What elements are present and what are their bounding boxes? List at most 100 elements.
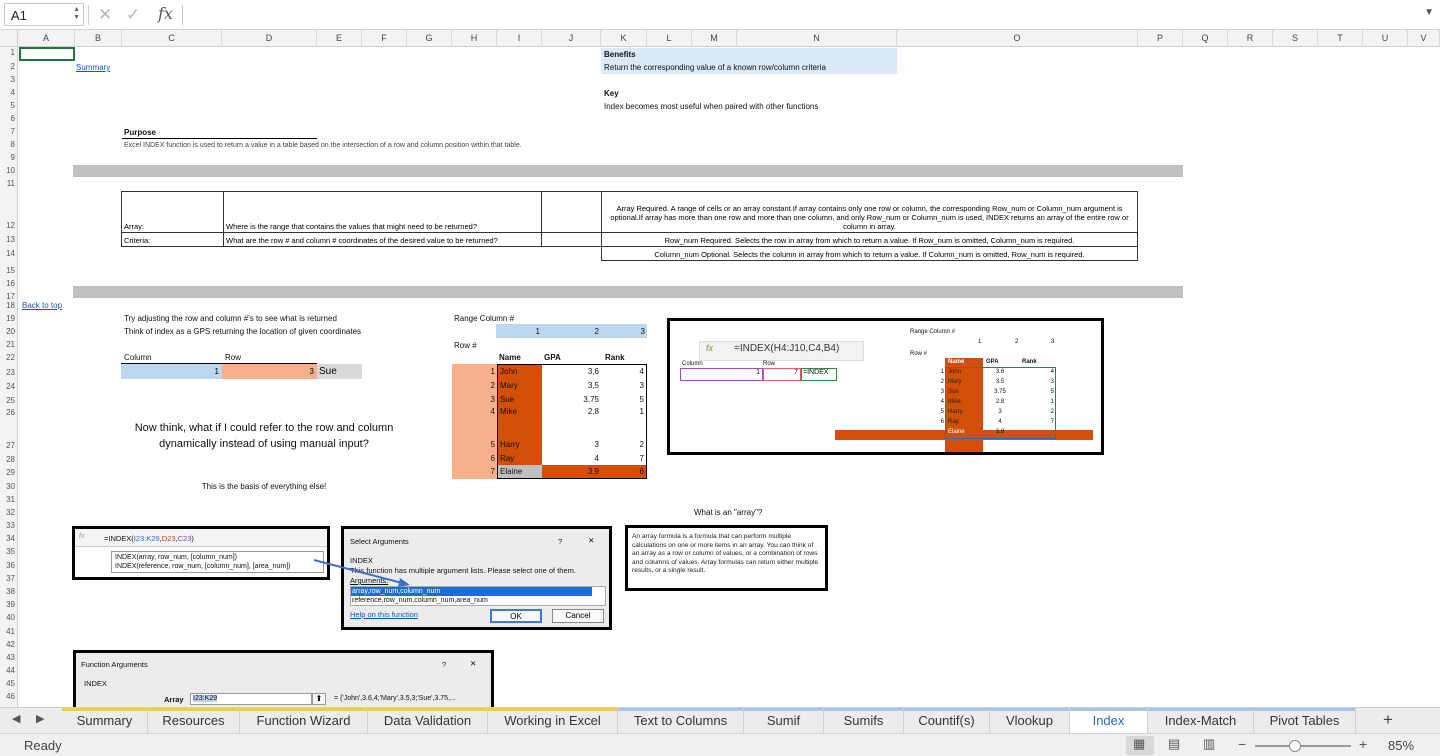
row-header-4[interactable]: 4: [0, 88, 18, 97]
column-header-j[interactable]: J: [542, 30, 601, 47]
enter-icon[interactable]: ✓: [126, 5, 140, 25]
fa-collapse-icon[interactable]: ⬆: [312, 693, 326, 705]
table-cell-rank[interactable]: 4: [601, 367, 644, 376]
table-cell-gpa[interactable]: 3: [542, 440, 599, 449]
column-header-t[interactable]: T: [1318, 30, 1363, 47]
row-header-33[interactable]: 33: [0, 521, 18, 530]
table-cell-name[interactable]: Mike: [500, 407, 517, 416]
row-header-15[interactable]: 15: [0, 266, 18, 275]
row-header-20[interactable]: 20: [0, 327, 18, 336]
column-input-cell[interactable]: 1: [121, 364, 222, 379]
column-header-m[interactable]: M: [692, 30, 737, 47]
table-cell-name[interactable]: Mary: [500, 381, 518, 390]
row-header-39[interactable]: 39: [0, 600, 18, 609]
row-header-30[interactable]: 30: [0, 482, 18, 491]
column-header-u[interactable]: U: [1363, 30, 1408, 47]
table-cell-rank[interactable]: 5: [601, 395, 644, 404]
column-header-p[interactable]: P: [1138, 30, 1183, 47]
zoom-slider-thumb[interactable]: [1289, 740, 1301, 752]
row-header-16[interactable]: 16: [0, 279, 18, 288]
dialog-help-link[interactable]: Help on this function: [350, 610, 418, 619]
row-header-18[interactable]: 18: [0, 301, 18, 310]
dialog-arg-option-2[interactable]: reference,row_num,column_num,area_num: [351, 596, 592, 605]
row-header-22[interactable]: 22: [0, 353, 18, 362]
dialog-help-icon[interactable]: ?: [558, 537, 562, 546]
column-header-l[interactable]: L: [647, 30, 692, 47]
fa-help-icon[interactable]: ?: [442, 660, 446, 669]
row-header-29[interactable]: 29: [0, 468, 18, 477]
column-header-d[interactable]: D: [222, 30, 317, 47]
tab-scroll-right-icon[interactable]: ▶: [36, 712, 44, 725]
row-header-7[interactable]: 7: [0, 127, 18, 136]
zoom-out-button[interactable]: −: [1238, 736, 1246, 752]
row-header-28[interactable]: 28: [0, 455, 18, 464]
table-cell-gpa[interactable]: 3,6: [542, 367, 599, 376]
insert-function-icon[interactable]: fx: [158, 4, 173, 23]
row-header-6[interactable]: 6: [0, 114, 18, 123]
select-all-corner[interactable]: [0, 30, 18, 47]
table-cell-name[interactable]: Harry: [500, 440, 520, 449]
table-cell-gpa[interactable]: 2,8: [542, 407, 599, 416]
row-header-11[interactable]: 11: [0, 179, 18, 188]
column-header-k[interactable]: K: [601, 30, 647, 47]
row-header-42[interactable]: 42: [0, 640, 18, 649]
row-header-21[interactable]: 21: [0, 340, 18, 349]
row-header-25[interactable]: 25: [0, 396, 18, 405]
column-header-e[interactable]: E: [317, 30, 362, 47]
row-header-12[interactable]: 12: [0, 221, 18, 230]
page-layout-icon[interactable]: ▤: [1168, 736, 1180, 752]
column-header-s[interactable]: S: [1273, 30, 1318, 47]
tab-scroll-left-icon[interactable]: ◀: [12, 712, 20, 725]
tab-vlookup[interactable]: Vlookup: [990, 708, 1070, 733]
table-cell-name[interactable]: Sue: [500, 395, 514, 404]
tab-function-wizard[interactable]: Function Wizard: [240, 708, 368, 733]
dialog-ok-button[interactable]: OK: [490, 609, 542, 623]
row-header-8[interactable]: 8: [0, 140, 18, 149]
tab-summary[interactable]: Summary: [62, 708, 148, 733]
row-header-5[interactable]: 5: [0, 101, 18, 110]
tab-data-validation[interactable]: Data Validation: [368, 708, 488, 733]
tab-index[interactable]: Index: [1070, 708, 1148, 733]
row-input-cell[interactable]: 3: [222, 364, 317, 379]
row-header-44[interactable]: 44: [0, 666, 18, 675]
row-header-3[interactable]: 3: [0, 75, 18, 84]
row-header-10[interactable]: 10: [0, 166, 18, 175]
column-header-v[interactable]: V: [1408, 30, 1440, 47]
column-header-n[interactable]: N: [737, 30, 897, 47]
table-cell-rank[interactable]: 6: [601, 467, 644, 476]
table-cell-rank[interactable]: 3: [601, 381, 644, 390]
row-header-46[interactable]: 46: [0, 692, 18, 701]
table-cell-gpa[interactable]: 3,9: [542, 467, 599, 476]
fa-close-icon[interactable]: ✕: [470, 659, 476, 668]
dialog-cancel-button[interactable]: Cancel: [552, 609, 604, 623]
table-cell-gpa[interactable]: 3,75: [542, 395, 599, 404]
row-header-38[interactable]: 38: [0, 587, 18, 596]
tab-index-match[interactable]: Index-Match: [1148, 708, 1254, 733]
zoom-slider[interactable]: [1255, 745, 1351, 747]
column-header-f[interactable]: F: [362, 30, 407, 47]
table-cell-gpa[interactable]: 4: [542, 454, 599, 463]
row-header-26[interactable]: 26: [0, 408, 18, 417]
tab-resources[interactable]: Resources: [148, 708, 240, 733]
row-header-27[interactable]: 27: [0, 441, 18, 450]
tab-countif-s[interactable]: Countif(s): [904, 708, 990, 733]
table-cell-rank[interactable]: 1: [601, 407, 644, 416]
expand-formula-bar-icon[interactable]: ▼: [1424, 7, 1434, 18]
row-header-31[interactable]: 31: [0, 495, 18, 504]
name-box-spinner-icon[interactable]: ▲ ▼: [73, 6, 80, 22]
row-header-2[interactable]: 2: [0, 62, 18, 71]
column-header-a[interactable]: A: [18, 30, 75, 47]
tab-pivot-tables[interactable]: Pivot Tables: [1254, 708, 1356, 733]
row-header-40[interactable]: 40: [0, 613, 18, 622]
tab-text-to-columns[interactable]: Text to Columns: [618, 708, 744, 733]
summary-link[interactable]: Summary: [76, 63, 110, 72]
add-sheet-button[interactable]: +: [1383, 710, 1393, 730]
column-header-h[interactable]: H: [452, 30, 497, 47]
column-header-q[interactable]: Q: [1183, 30, 1228, 47]
row-header-45[interactable]: 45: [0, 679, 18, 688]
column-header-c[interactable]: C: [122, 30, 222, 47]
row-header-34[interactable]: 34: [0, 534, 18, 543]
row-header-35[interactable]: 35: [0, 547, 18, 556]
row-header-17[interactable]: 17: [0, 292, 18, 301]
table-cell-name[interactable]: John: [500, 367, 517, 376]
